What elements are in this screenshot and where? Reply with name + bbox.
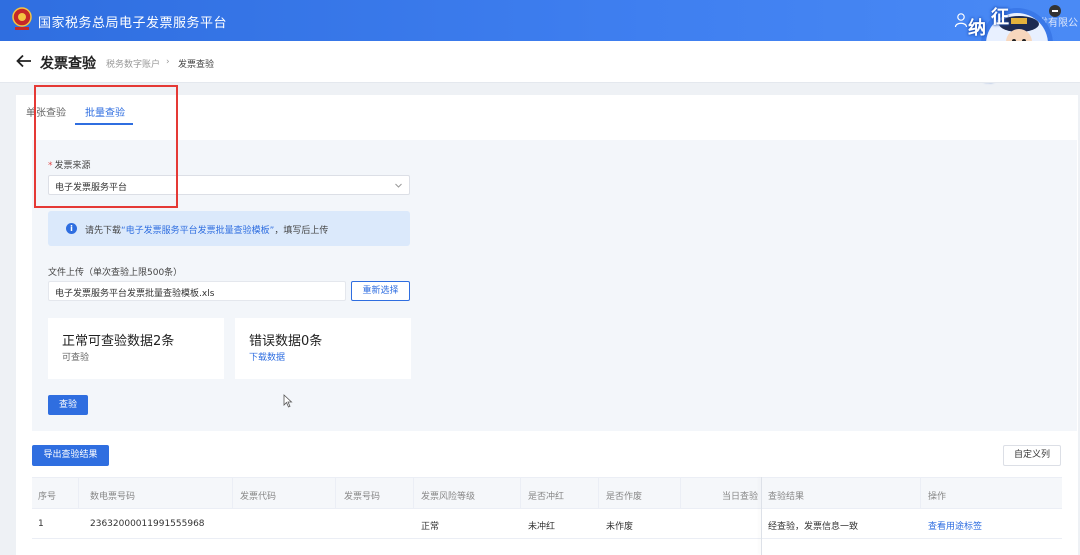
column-header-risk-level: 发票风险等级: [421, 492, 476, 502]
column-header-voided: 是否作废: [606, 492, 643, 502]
tip-text: 请先下载“电子发票服务平台发票批量查验模板”，填写后上传: [85, 223, 328, 236]
breadcrumb-current: 发票查验: [178, 60, 215, 70]
back-arrow-icon[interactable]: [16, 54, 32, 68]
cell-check-result: 经查验，发票信息一致: [768, 522, 859, 532]
tip-suffix: ，填写后上传: [274, 226, 329, 236]
check-button[interactable]: 查验: [48, 395, 88, 415]
export-results-button[interactable]: 导出查验结果: [32, 445, 109, 466]
cell-digital-invoice-number: 23632000011991555968: [90, 519, 205, 529]
breadcrumb-item[interactable]: 税务数字账户: [106, 57, 160, 70]
mascot-char: 纳: [968, 18, 986, 39]
table-row: 1 23632000011991555968 正常 未冲红 未作废 经查验，发票…: [32, 509, 1062, 539]
page-title: 发票查验: [40, 56, 96, 72]
column-header-invoice-code: 发票代码: [240, 492, 277, 502]
table-row-partial: [32, 539, 1062, 555]
valid-data-card: 正常可查验数据2条 可查验: [48, 318, 224, 379]
column-divider: [520, 478, 521, 510]
column-header-red-reversal: 是否冲红: [528, 492, 565, 502]
column-divider: [232, 478, 233, 510]
site-title: 国家税务总局电子发票服务平台: [38, 16, 228, 31]
tip-prefix: 请先下载: [85, 226, 122, 236]
error-data-card: 错误数据0条 下载数据: [235, 318, 411, 379]
view-usage-tags-link[interactable]: 查看用途标签: [928, 519, 982, 532]
top-bar: 国家税务总局电子发票服务平台 开发有限公: [0, 0, 1080, 41]
table-header: 序号 数电票号码 发票代码 发票号码 发票风险等级 是否冲红 是否作废 当日查验…: [32, 477, 1062, 510]
download-tip: i 请先下载“电子发票服务平台发票批量查验模板”，填写后上传: [48, 211, 410, 246]
column-header-index: 序号: [38, 492, 57, 502]
valid-data-status: 可查验: [62, 353, 90, 363]
batch-form: * 发票来源 电子发票服务平台 i 请先下载“电子发票服务平台发票批量查验模板”，…: [32, 140, 1077, 431]
column-header-digital-invoice-number: 数电票号码: [90, 492, 136, 502]
download-error-data-link[interactable]: 下载数据: [249, 350, 285, 363]
uploaded-file-name: 电子发票服务平台发票批量查验模板.xls: [55, 289, 215, 299]
uploaded-file-field: 电子发票服务平台发票批量查验模板.xls: [48, 281, 346, 301]
template-download-link[interactable]: “电子发票服务平台发票批量查验模板”: [121, 226, 274, 236]
results-table: 序号 数电票号码 发票代码 发票号码 发票风险等级 是否冲红 是否作废 当日查验…: [32, 477, 1062, 555]
column-divider: [680, 478, 681, 510]
annotation-highlight-box: [34, 85, 178, 208]
cell-index: 1: [38, 519, 44, 529]
file-upload-label: 文件上传（单次查验上限500条）: [48, 268, 183, 278]
cell-voided: 未作废: [606, 522, 634, 532]
error-data-count: 错误数据0条: [249, 334, 323, 349]
reselect-file-button[interactable]: 重新选择: [351, 281, 410, 301]
column-divider: [598, 478, 599, 510]
cell-risk-level: 正常: [421, 522, 440, 532]
chevron-down-icon: [395, 183, 402, 188]
tax-emblem-icon: [12, 7, 32, 30]
column-divider: [413, 478, 414, 510]
column-divider: [335, 478, 336, 510]
valid-data-count: 正常可查验数据2条: [62, 334, 175, 349]
cell-red-reversal: 未冲红: [528, 522, 556, 532]
mouse-cursor-icon: [283, 394, 293, 408]
page-header: 发票查验 税务数字账户 › 发票查验: [0, 41, 1080, 83]
mascot-char: 征: [991, 7, 1009, 28]
info-icon: i: [66, 223, 77, 234]
column-divider: [920, 478, 921, 510]
column-header-check-result: 查验结果: [768, 492, 805, 502]
column-header-invoice-number: 发票号码: [344, 492, 381, 502]
column-header-action: 操作: [928, 492, 947, 502]
custom-columns-button[interactable]: 自定义列: [1003, 445, 1061, 466]
fixed-column-shadow: [761, 477, 762, 555]
column-header-same-day-check: 当日查验: [722, 492, 759, 502]
breadcrumb-separator: ›: [166, 57, 170, 67]
column-divider: [78, 478, 79, 510]
